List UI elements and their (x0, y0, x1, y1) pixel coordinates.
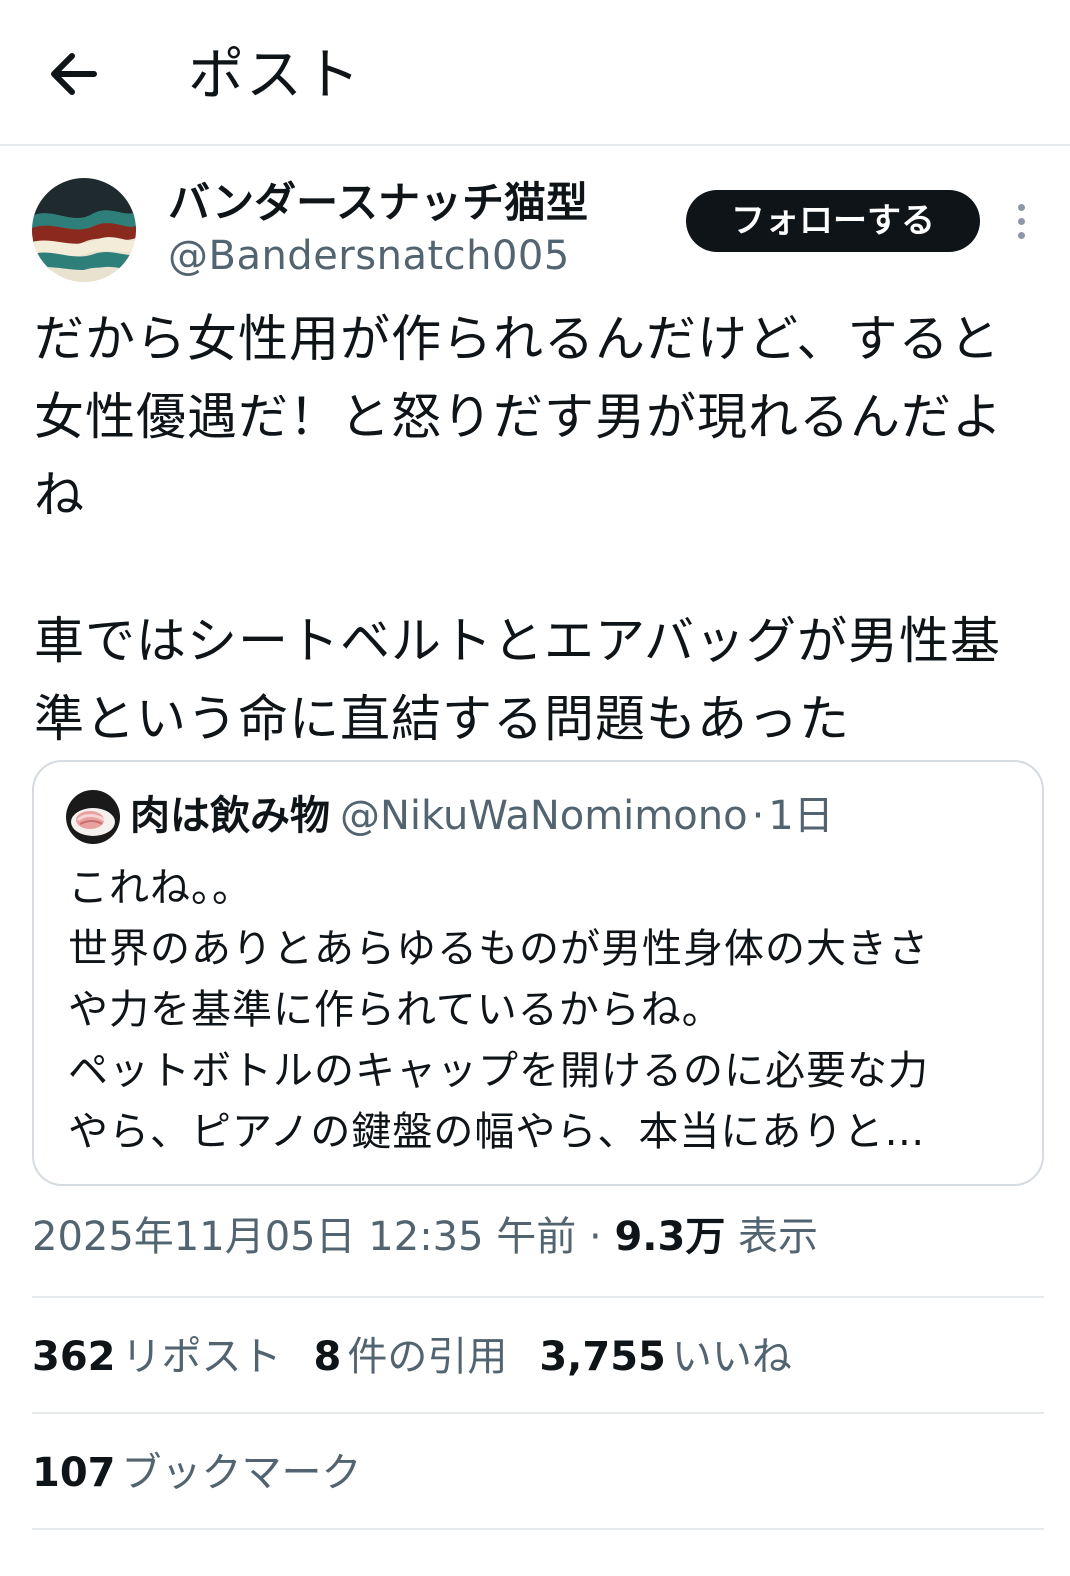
quoted-line: やら、ピアノの鍵盤の幅やら、本当にありと… (68, 1109, 926, 1155)
back-arrow-icon[interactable] (44, 46, 104, 102)
tweet-line: 準という命に直結する問題もあった (34, 690, 850, 748)
tweet-text-paragraph-2: 車ではシートベルトとエアバッグが男性基 準という命に直結する問題もあった (34, 602, 1034, 758)
divider (32, 1296, 1044, 1298)
more-vertical-icon[interactable] (1004, 198, 1040, 246)
separator-dot: · (751, 793, 765, 839)
quoted-post-time: 1日 (768, 793, 834, 839)
bookmarks-count: 107 (32, 1450, 116, 1496)
tweet-line: 車ではシートベルトとエアバッグが男性基 (34, 612, 1001, 670)
quotes-stat[interactable]: 8 件の引用 (314, 1334, 508, 1380)
bookmarks-stat[interactable]: 107 ブックマーク (32, 1442, 362, 1504)
reposts-label: リポスト (121, 1334, 282, 1380)
tweet-line: 女性優遇だ！と怒りだす男が現れるんだよ (34, 388, 1003, 446)
quoted-line: や力を基準に作られているからね。 (68, 987, 723, 1033)
author-avatar[interactable] (32, 178, 136, 282)
quoted-author-name: 肉は飲み物 (130, 793, 330, 839)
likes-count: 3,755 (539, 1334, 666, 1380)
top-bar: ポスト (0, 0, 1070, 146)
follow-button[interactable]: フォローする (686, 190, 980, 252)
divider (32, 1528, 1044, 1530)
tweet-line: ね (34, 466, 85, 524)
bookmarks-label: ブックマーク (121, 1450, 362, 1496)
views-count: 9.3万 (614, 1214, 726, 1260)
author-display-name[interactable]: バンダースナッチ猫型 (168, 176, 588, 230)
quoted-line: 世界のありとあらゆるものが男性身体の大きさ (68, 926, 929, 972)
post-timestamp[interactable]: 2025年11月05日 12:35 午前 (32, 1214, 576, 1260)
quoted-author-avatar (66, 790, 120, 844)
quotes-label: 件の引用 (347, 1334, 508, 1380)
likes-stat[interactable]: 3,755 いいね (539, 1334, 792, 1380)
quotes-count: 8 (313, 1334, 342, 1380)
quoted-line: これね。。 (68, 865, 253, 911)
separator-dot: · (589, 1214, 602, 1260)
quoted-post-text: これね。。 世界のありとあらゆるものが男性身体の大きさ や力を基準に作られている… (68, 858, 1018, 1163)
tweet-line: だから女性用が作られるんだけど、すると (34, 310, 1001, 368)
reposts-stat[interactable]: 362 リポスト (32, 1334, 282, 1380)
quoted-author-handle: @NikuWaNomimono (340, 793, 748, 839)
page-title: ポスト (188, 43, 362, 108)
divider (32, 1412, 1044, 1414)
post-meta: 2025年11月05日 12:35 午前 · 9.3万 表示 (32, 1206, 818, 1268)
likes-label: いいね (671, 1334, 792, 1380)
author-handle[interactable]: @Bandersnatch005 (168, 230, 570, 282)
reposts-count: 362 (32, 1334, 116, 1380)
quoted-post-header: 肉は飲み物 @NikuWaNomimono · 1日 (130, 786, 834, 846)
views-label: 表示 (738, 1214, 819, 1260)
quoted-post-card[interactable]: 肉は飲み物 @NikuWaNomimono · 1日 これね。。 世界のありとあらゆる… (32, 760, 1044, 1186)
engagement-stats: 362 リポスト 8 件の引用 3,755 いいね (32, 1326, 824, 1388)
tweet-text-paragraph-1: だから女性用が作られるんだけど、すると 女性優遇だ！と怒りだす男が現れるんだよ … (34, 300, 1034, 534)
quoted-line: ペットボトルのキャップを開けるのに必要な力 (68, 1048, 929, 1094)
